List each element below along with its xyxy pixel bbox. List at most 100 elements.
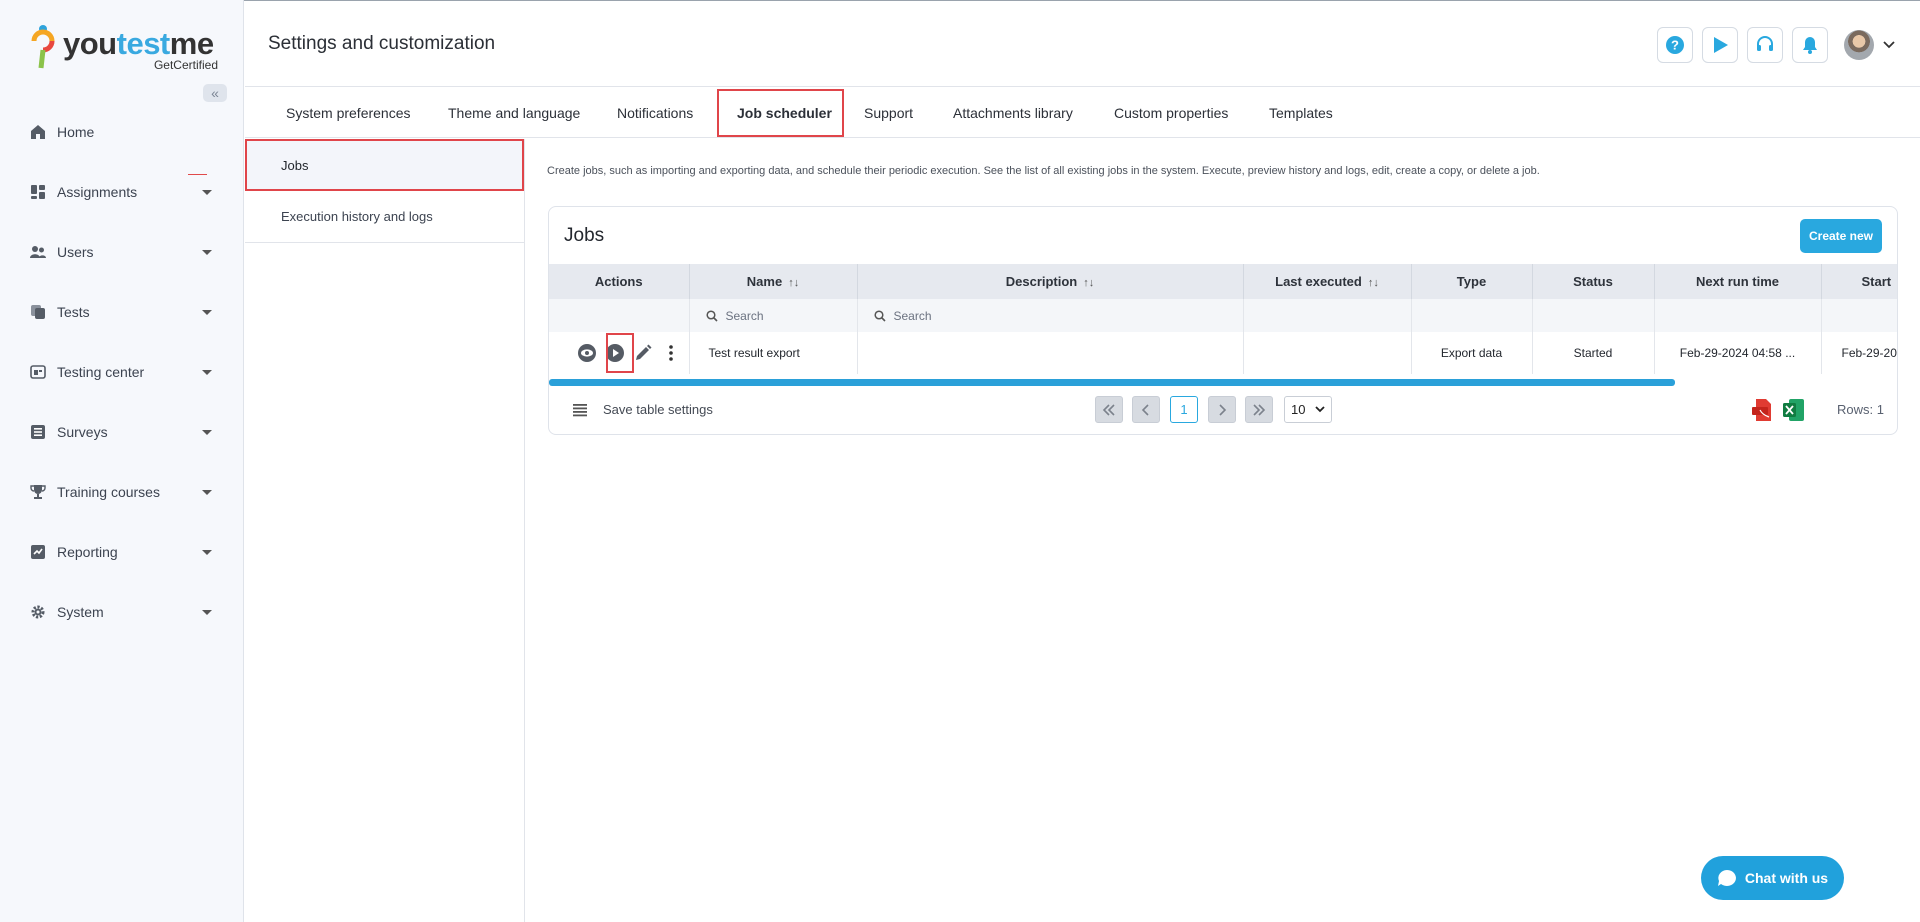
sidebar-item-label: Surveys — [57, 424, 108, 440]
actions-cell — [549, 332, 690, 374]
tab-system-preferences[interactable]: System preferences — [286, 88, 411, 138]
jobs-table: Actions Name ↑↓ Description ↑↓ Last execut… — [549, 264, 1897, 374]
description-search-field[interactable]: Search — [857, 299, 1244, 332]
support-button[interactable] — [1747, 27, 1783, 63]
chevron-down-icon — [202, 489, 212, 495]
card-title: Jobs — [564, 225, 605, 246]
bell-icon — [1803, 37, 1817, 54]
sidebar: youtestme GetCertified « Home Assignment… — [0, 0, 244, 922]
column-header-start: Start — [1821, 264, 1897, 299]
rows-count: Rows: 1 — [1837, 402, 1884, 417]
chevron-down-icon — [202, 249, 212, 255]
logo-figure-icon — [31, 25, 55, 69]
page-size-select[interactable]: 10 — [1284, 396, 1332, 423]
search-icon — [705, 309, 718, 322]
tab-job-scheduler[interactable]: Job scheduler — [737, 88, 832, 138]
trophy-icon — [29, 483, 47, 501]
tab-templates[interactable]: Templates — [1269, 88, 1333, 138]
sidebar-item-assignments[interactable]: Assignments — [0, 172, 244, 212]
sort-icon[interactable]: ↑↓ — [1368, 277, 1379, 289]
save-table-settings-button[interactable]: Save table settings — [573, 402, 713, 417]
job-name-cell: Test result export — [689, 332, 858, 374]
execute-job-button[interactable] — [605, 343, 625, 363]
column-header-name[interactable]: Name ↑↓ — [689, 264, 858, 299]
play-icon — [1714, 37, 1728, 53]
notifications-button[interactable] — [1792, 27, 1828, 63]
excel-export-icon[interactable] — [1783, 398, 1805, 422]
sidebar-item-tests[interactable]: Tests — [0, 292, 244, 332]
first-page-button[interactable] — [1095, 396, 1123, 423]
logo[interactable]: youtestme GetCertified — [30, 24, 220, 72]
sort-icon[interactable]: ↑↓ — [1083, 277, 1094, 289]
sidebar-item-system[interactable]: System — [0, 592, 244, 632]
subnav-item-execution-history[interactable]: Execution history and logs — [245, 191, 524, 243]
tab-custom-properties[interactable]: Custom properties — [1114, 88, 1228, 138]
column-header-description[interactable]: Description ↑↓ — [857, 264, 1244, 299]
save-table-settings-label: Save table settings — [603, 402, 713, 417]
chevrons-right-icon — [1253, 403, 1266, 416]
name-search-field[interactable]: Search — [689, 299, 858, 332]
more-options-button[interactable] — [661, 343, 681, 363]
sidebar-item-label: Testing center — [57, 364, 145, 380]
job-next-run-time-cell: Feb-29-2024 04:58 ... — [1654, 332, 1822, 374]
chevron-down-icon — [202, 429, 212, 435]
pdf-export-icon[interactable] — [1752, 398, 1774, 422]
page-title: Settings and customization — [268, 33, 496, 54]
last-page-button[interactable] — [1245, 396, 1273, 423]
assignments-icon — [29, 183, 47, 201]
sidebar-item-surveys[interactable]: Surveys — [0, 412, 244, 452]
tab-notifications[interactable]: Notifications — [617, 88, 693, 138]
sort-icon[interactable]: ↑↓ — [788, 277, 799, 289]
help-button[interactable]: ? — [1657, 27, 1693, 63]
search-icon — [873, 309, 886, 322]
job-scheduler-subnav: Jobs Execution history and logs — [245, 139, 525, 922]
edit-job-button[interactable] — [633, 343, 653, 363]
headset-icon — [1757, 36, 1773, 51]
more-vertical-icon — [668, 345, 673, 361]
jobs-table-scroll[interactable]: Actions Name ↑↓ Description ↑↓ Last execut… — [549, 264, 1897, 386]
filter-cell-empty — [549, 299, 690, 332]
subnav-item-jobs[interactable]: Jobs — [245, 139, 524, 191]
column-header-type: Type — [1411, 264, 1533, 299]
preview-button[interactable] — [577, 343, 597, 363]
create-new-button[interactable]: Create new — [1800, 219, 1882, 253]
users-icon — [29, 243, 47, 261]
tab-theme-and-language[interactable]: Theme and language — [448, 88, 580, 138]
sidebar-item-home[interactable]: Home — [0, 112, 244, 152]
sidebar-item-testing-center[interactable]: Testing center — [0, 352, 244, 392]
filter-cell-empty — [1821, 299, 1897, 332]
sidebar-item-label: Reporting — [57, 544, 118, 560]
collapse-sidebar-button[interactable]: « — [203, 84, 227, 102]
chevron-down-icon[interactable] — [1883, 41, 1895, 49]
column-header-last-executed[interactable]: Last executed ↑↓ — [1243, 264, 1412, 299]
previous-page-button[interactable] — [1132, 396, 1160, 423]
tab-support[interactable]: Support — [864, 88, 913, 138]
filter-cell-empty — [1654, 299, 1822, 332]
logo-text: youtestme — [63, 26, 214, 61]
play-tutorial-button[interactable] — [1702, 27, 1738, 63]
chevron-down-icon — [1315, 406, 1325, 413]
testing-center-icon — [29, 363, 47, 381]
sidebar-item-users[interactable]: Users — [0, 232, 244, 272]
tests-icon — [29, 303, 47, 321]
page-description: Create jobs, such as importing and expor… — [547, 165, 1540, 177]
job-start-cell: Feb-29-20 — [1821, 332, 1897, 374]
chevron-right-icon — [1219, 403, 1227, 416]
horizontal-scrollbar[interactable] — [549, 379, 1675, 386]
avatar[interactable] — [1844, 30, 1874, 60]
chat-with-us-button[interactable]: Chat with us — [1701, 856, 1844, 900]
sidebar-item-reporting[interactable]: Reporting — [0, 532, 244, 572]
job-status-cell: Started — [1532, 332, 1655, 374]
current-page-button[interactable]: 1 — [1170, 396, 1198, 423]
sidebar-item-training-courses[interactable]: Training courses — [0, 472, 244, 512]
chevron-left-icon — [1141, 403, 1149, 416]
table-row[interactable]: Test result export Export data Started F… — [549, 332, 1897, 374]
help-icon: ? — [1666, 36, 1684, 54]
column-header-next-run-time: Next run time — [1654, 264, 1822, 299]
filter-cell-empty — [1243, 299, 1412, 332]
tab-attachments-library[interactable]: Attachments library — [953, 88, 1073, 138]
logo-subtitle: GetCertified — [153, 58, 218, 72]
settings-tabs: System preferences Theme and language No… — [245, 88, 1920, 138]
next-page-button[interactable] — [1208, 396, 1236, 423]
gear-icon — [29, 603, 47, 621]
